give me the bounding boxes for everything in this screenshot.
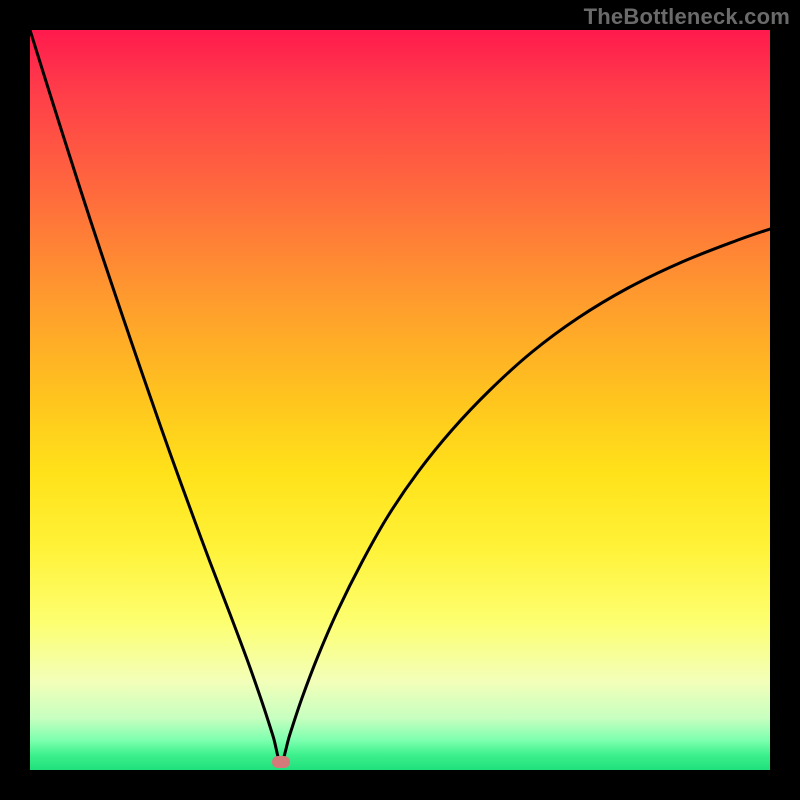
watermark-text: TheBottleneck.com: [584, 4, 790, 30]
curve-path: [30, 30, 770, 762]
optimum-marker: [272, 756, 290, 768]
bottleneck-curve: [30, 30, 770, 770]
plot-area: [30, 30, 770, 770]
chart-frame: TheBottleneck.com: [0, 0, 800, 800]
